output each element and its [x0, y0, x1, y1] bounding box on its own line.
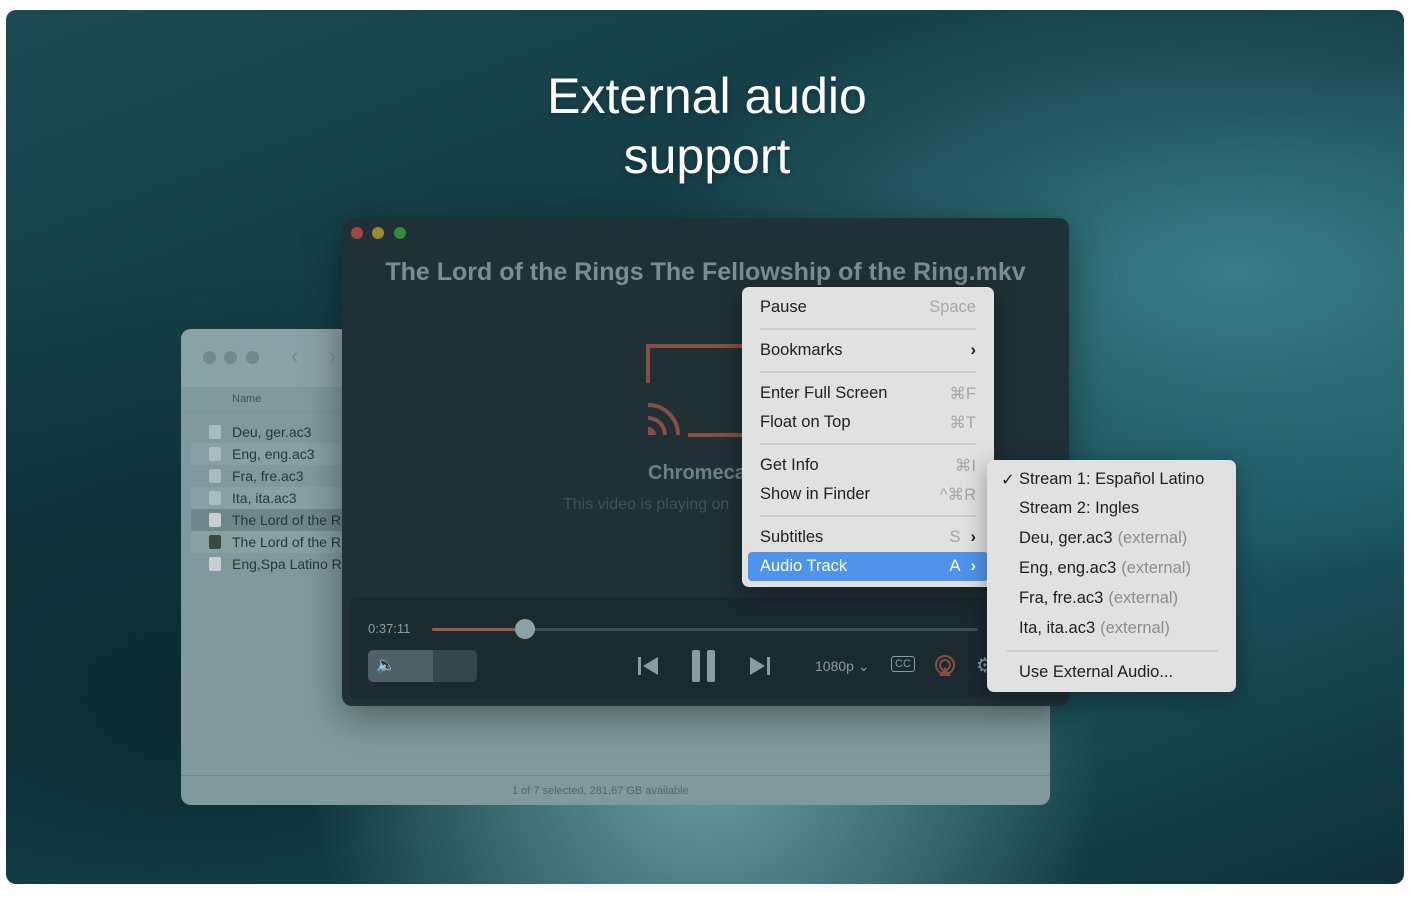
menu-shortcut: S — [949, 528, 961, 546]
menu-label: Show in Finder — [760, 485, 871, 503]
menu-separator — [760, 515, 976, 517]
menu-separator — [1007, 650, 1218, 652]
video-title: The Lord of the Rings The Fellowship of … — [385, 258, 1026, 286]
menu-item-bookmarks[interactable]: Bookmarks › — [748, 336, 988, 365]
external-tag: (external) — [1121, 559, 1191, 577]
close-button[interactable] — [203, 351, 216, 364]
audio-label: Deu, ger.ac3 — [1019, 529, 1113, 547]
menu-shortcut: ^⌘R — [939, 485, 976, 504]
menu-shortcut: ⌘I — [954, 456, 976, 475]
cast-device-name: Chromeca — [648, 462, 746, 484]
speaker-icon: 🔈 — [376, 657, 396, 674]
close-button[interactable] — [351, 227, 363, 239]
context-menu: Pause Space Bookmarks › Enter Full Screen ⌘… — [742, 287, 994, 587]
chevron-right-icon: › — [970, 528, 977, 546]
menu-shortcut: ⌘F — [949, 384, 976, 403]
file-name: The Lord of the R — [232, 512, 341, 528]
volume-slider[interactable]: 🔈 — [368, 650, 477, 682]
audio-item-stream-2[interactable]: Stream 2: Ingles — [993, 494, 1230, 523]
menu-item-float-on-top[interactable]: Float on Top ⌘T — [748, 408, 988, 437]
file-name: Fra, fre.ac3 — [232, 468, 304, 484]
chevron-down-icon: ⌄ — [857, 658, 870, 674]
skip-back-icon[interactable] — [637, 655, 659, 677]
menu-shortcut: Space — [929, 298, 976, 316]
elapsed-time: 0:37:11 — [368, 621, 411, 636]
minimize-button[interactable] — [372, 227, 384, 239]
headline: External audio support — [0, 66, 1414, 186]
file-name: The Lord of the R — [232, 534, 341, 550]
video-file-icon — [209, 557, 221, 571]
minimize-button[interactable] — [224, 351, 237, 364]
menu-separator — [760, 328, 976, 330]
menu-item-audio-track[interactable]: Audio Track A › — [748, 552, 988, 581]
audio-file-icon — [209, 425, 221, 439]
menu-shortcut: ⌘T — [949, 413, 976, 432]
poster-file-icon — [209, 535, 221, 549]
menu-item-pause[interactable]: Pause Space — [748, 293, 988, 322]
audio-item-fra[interactable]: Fra, fre.ac3 (external) — [993, 584, 1230, 613]
chevron-right-icon: › — [970, 341, 977, 359]
headline-line-2: support — [623, 128, 791, 184]
forward-icon[interactable]: › — [329, 343, 336, 369]
external-tag: (external) — [1100, 619, 1170, 637]
zoom-button[interactable] — [246, 351, 259, 364]
menu-item-show-in-finder[interactable]: Show in Finder ^⌘R — [748, 480, 988, 509]
menu-item-subtitles[interactable]: Subtitles S › — [748, 523, 988, 552]
menu-label: Pause — [760, 298, 807, 316]
finder-status-bar: 1 of 7 selected, 281,67 GB available — [181, 775, 1050, 805]
chromecast-icon — [646, 344, 746, 437]
audio-item-stream-1[interactable]: ✓ Stream 1: Español Latino — [993, 465, 1230, 494]
zoom-button[interactable] — [394, 227, 406, 239]
pause-icon[interactable] — [691, 649, 717, 683]
seek-knob[interactable] — [514, 619, 535, 639]
file-name: Eng,Spa Latino R — [232, 556, 342, 572]
menu-item-get-info[interactable]: Get Info ⌘I — [748, 451, 988, 480]
audio-label: Ita, ita.ac3 — [1019, 619, 1096, 637]
audio-label: Stream 1: Español Latino — [1019, 470, 1205, 488]
video-file-icon — [209, 513, 221, 527]
quality-dropdown[interactable]: 1080p ⌄ — [815, 658, 870, 675]
back-icon[interactable]: ‹ — [291, 343, 298, 369]
menu-label: Get Info — [760, 456, 819, 474]
audio-track-submenu: ✓ Stream 1: Español Latino Stream 2: Ingl… — [987, 460, 1236, 692]
seek-bar[interactable] — [432, 619, 978, 639]
menu-label: Audio Track — [760, 557, 848, 575]
audio-label: Use External Audio... — [1019, 663, 1174, 681]
menu-shortcut: A — [949, 557, 961, 575]
airplay-icon[interactable] — [934, 655, 956, 677]
external-tag: (external) — [1117, 529, 1188, 547]
menu-label: Subtitles — [760, 528, 824, 546]
menu-separator — [760, 371, 976, 373]
use-external-audio-item[interactable]: Use External Audio... — [993, 658, 1230, 687]
menu-label: Enter Full Screen — [760, 384, 888, 402]
file-name: Deu, ger.ac3 — [232, 424, 312, 440]
chevron-right-icon: › — [970, 557, 977, 575]
checkmark-icon: ✓ — [1001, 470, 1015, 489]
file-name: Ita, ita.ac3 — [232, 490, 297, 506]
file-name: Eng, eng.ac3 — [232, 446, 315, 462]
audio-file-icon — [209, 469, 221, 483]
captions-button[interactable]: CC — [891, 656, 915, 672]
audio-item-eng[interactable]: Eng, eng.ac3 (external) — [993, 554, 1230, 583]
skip-forward-icon[interactable] — [749, 655, 771, 677]
menu-item-full-screen[interactable]: Enter Full Screen ⌘F — [748, 379, 988, 408]
audio-file-icon — [209, 447, 221, 461]
audio-file-icon — [209, 491, 221, 505]
audio-label: Eng, eng.ac3 — [1019, 559, 1117, 577]
headline-line-1: External audio — [547, 68, 867, 124]
control-bar: 0:37:11 🔈 1080p ⌄ CC ⚙ — [350, 597, 994, 698]
cast-status-text: This video is playing on — [563, 496, 730, 513]
audio-label: Fra, fre.ac3 — [1019, 589, 1104, 607]
menu-label: Float on Top — [760, 413, 851, 431]
audio-item-ita[interactable]: Ita, ita.ac3 (external) — [993, 614, 1230, 643]
external-tag: (external) — [1108, 589, 1179, 607]
menu-label: Bookmarks — [760, 341, 843, 359]
quality-value: 1080p — [815, 658, 854, 674]
audio-label: Stream 2: Ingles — [1019, 499, 1140, 517]
seek-progress — [432, 628, 525, 631]
audio-item-deu[interactable]: Deu, ger.ac3 (external) — [993, 524, 1230, 553]
menu-separator — [760, 443, 976, 445]
cc-label: CC — [895, 658, 911, 670]
